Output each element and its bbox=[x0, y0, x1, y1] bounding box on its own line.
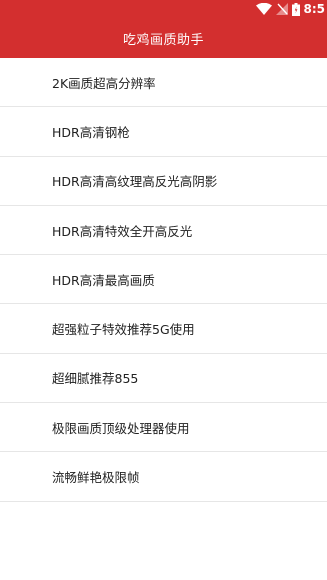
status-bar: 8:5 bbox=[0, 0, 327, 18]
status-icons: 8:5 bbox=[255, 0, 327, 18]
list-item-label: 极限画质顶级处理器使用 bbox=[52, 420, 190, 436]
wifi-icon bbox=[255, 3, 272, 15]
list-item[interactable]: 超细腻推荐855 bbox=[0, 354, 327, 404]
list-item-label: HDR高清高纹理高反光高阴影 bbox=[52, 174, 218, 190]
list-item-label: 超强粒子特效推荐5G使用 bbox=[52, 322, 195, 338]
list-item-label: 2K画质超高分辨率 bbox=[52, 75, 156, 91]
list-item-label: HDR高清最高画质 bbox=[52, 272, 155, 288]
no-signal-icon bbox=[275, 3, 288, 15]
app-bar: 吃鸡画质助手 bbox=[0, 18, 327, 58]
quality-preset-list: 2K画质超高分辨率 HDR高清钢枪 HDR高清高纹理高反光高阴影 HDR高清特效… bbox=[0, 58, 327, 502]
list-item[interactable]: HDR高清特效全开高反光 bbox=[0, 206, 327, 256]
list-item[interactable]: HDR高清钢枪 bbox=[0, 107, 327, 157]
list-item[interactable]: HDR高清高纹理高反光高阴影 bbox=[0, 157, 327, 206]
list-item[interactable]: 极限画质顶级处理器使用 bbox=[0, 403, 327, 453]
list-item-label: 超细腻推荐855 bbox=[52, 371, 139, 387]
status-time: 8:5 bbox=[303, 2, 326, 16]
list-item[interactable]: 流畅鲜艳极限帧 bbox=[0, 452, 327, 502]
list-item[interactable]: 超强粒子特效推荐5G使用 bbox=[0, 304, 327, 354]
list-item[interactable]: 2K画质超高分辨率 bbox=[0, 58, 327, 108]
list-item-label: 流畅鲜艳极限帧 bbox=[52, 470, 140, 486]
app-title: 吃鸡画质助手 bbox=[122, 32, 204, 48]
list-item[interactable]: HDR高清最高画质 bbox=[0, 255, 327, 305]
battery-icon bbox=[291, 2, 300, 16]
list-item-label: HDR高清钢枪 bbox=[52, 124, 130, 140]
list-item-label: HDR高清特效全开高反光 bbox=[52, 223, 193, 239]
